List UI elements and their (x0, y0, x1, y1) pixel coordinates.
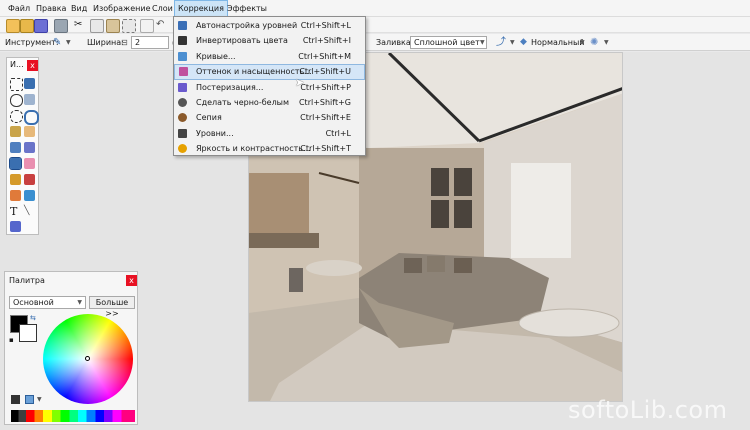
watermark: softoLib.com (568, 396, 728, 424)
menu-image[interactable]: Изображение (90, 0, 154, 17)
reset-colors-icon[interactable]: ▪ (9, 336, 14, 344)
brush-icon[interactable]: ✎ (53, 37, 65, 49)
chevron-down-icon[interactable]: ▼ (37, 396, 42, 403)
tool-options-bar: Инструмент: ✎ ▼ Ширина: ⊟ 2 ▭ | Заливка:… (0, 34, 750, 51)
palette-panel: Палитра x Основной ▼ Больше >> ⇆ ▪ ▼ (4, 271, 138, 425)
width-label: Ширина: (87, 38, 124, 47)
menu-item-auto-level[interactable]: Автонастройка уровней Ctrl+Shift+L (174, 18, 365, 33)
menu-edit[interactable]: Правка (33, 0, 69, 17)
menu-item-black-white[interactable]: Сделать черно-белым Ctrl+Shift+G (174, 95, 365, 110)
color-swatches-row[interactable] (11, 410, 135, 422)
adjustments-menu: Автонастройка уровней Ctrl+Shift+L Инвер… (173, 16, 366, 156)
menu-view[interactable]: Вид (68, 0, 90, 17)
rectangle-select-icon[interactable] (10, 78, 23, 91)
levels-icon (178, 128, 187, 138)
palette-open-icon[interactable] (25, 395, 34, 404)
lasso-icon[interactable] (10, 94, 23, 107)
invert-colors-icon (178, 36, 187, 46)
move-icon[interactable] (24, 94, 35, 105)
fill-label: Заливка: (376, 38, 414, 47)
fill-mode-select[interactable]: Сплошной цвет (410, 36, 487, 49)
paint-bucket-icon[interactable] (10, 142, 21, 153)
chevron-down-icon: ▼ (77, 299, 82, 306)
menu-bar: Файл Правка Вид Изображение Слои Коррекц… (0, 0, 750, 19)
width-step-icon: ⊟ (121, 38, 128, 47)
tools-panel-title: И... (10, 60, 24, 69)
menu-item-brightness-contrast[interactable]: Яркость и контрастность... Ctrl+Shift+T (174, 141, 365, 156)
menu-item-sepia[interactable]: Сепия Ctrl+Shift+E (174, 110, 365, 125)
auto-level-icon (178, 21, 187, 30)
menu-item-posterize[interactable]: Постеризация... Ctrl+Shift+P (174, 80, 365, 95)
menu-item-levels[interactable]: Уровни... Ctrl+L (174, 126, 365, 141)
instrument-label: Инструмент: (5, 38, 59, 47)
chevron-down-icon[interactable]: ▼ (66, 34, 71, 51)
close-icon[interactable]: x (27, 60, 38, 71)
zoom-icon[interactable] (24, 110, 39, 125)
menu-item-invert-colors[interactable]: Инвертировать цвета Ctrl+Shift+I (174, 33, 365, 48)
gradient-icon[interactable] (24, 142, 35, 153)
open-file-icon[interactable] (20, 19, 34, 33)
width-input[interactable]: 2 (131, 36, 169, 49)
ellipse-select-icon[interactable] (10, 110, 23, 123)
clone-stamp-icon[interactable] (24, 174, 35, 185)
curves-icon (178, 51, 187, 61)
crop-icon[interactable] (122, 19, 136, 33)
eraser-icon[interactable] (24, 158, 35, 169)
sampling-icon[interactable]: ✺ (590, 34, 598, 51)
move-selection-icon[interactable] (24, 78, 35, 89)
menu-item-hue-saturation[interactable]: Оттенок и насыщенность... Ctrl+Shift+U (174, 64, 365, 80)
deselect-icon[interactable] (140, 19, 154, 33)
blend-mode-select[interactable]: Нормальный (531, 34, 585, 51)
tools-panel: И... x T ╲ (6, 57, 39, 235)
palette-mode-select[interactable]: Основной ▼ (9, 296, 86, 309)
undo-icon[interactable]: ↶ (156, 19, 168, 31)
print-icon[interactable] (54, 19, 68, 33)
color-wheel-cursor[interactable] (85, 356, 90, 361)
black-white-icon (178, 98, 187, 107)
more-colors-button[interactable]: Больше >> (89, 296, 135, 318)
sepia-icon (178, 113, 187, 123)
swap-colors-icon[interactable]: ⇆ (30, 314, 36, 322)
mouse-cursor-icon: ➤ (295, 76, 305, 89)
brightness-contrast-icon (178, 144, 187, 154)
close-icon[interactable]: x (126, 275, 137, 286)
paintbrush-icon[interactable] (9, 157, 22, 170)
recolor-icon[interactable] (10, 190, 21, 201)
main-toolbar: ✂ ↶ ▾ (0, 17, 750, 33)
chevron-down-icon: ▼ (480, 39, 485, 46)
palette-menu-icon[interactable] (11, 395, 20, 404)
menu-item-curves[interactable]: Кривые... Ctrl+Shift+M (174, 49, 365, 64)
palette-mode-value: Основной (13, 298, 54, 307)
cut-icon[interactable]: ✂ (74, 19, 86, 31)
paste-icon[interactable] (106, 19, 120, 33)
menu-effects[interactable]: Эффекты (224, 0, 270, 17)
shapes-icon[interactable] (10, 221, 21, 232)
chevron-down-icon[interactable]: ▼ (510, 34, 515, 51)
hue-saturation-icon (179, 67, 188, 77)
pan-icon[interactable] (24, 126, 35, 137)
pencil-icon[interactable] (10, 174, 21, 185)
text-icon[interactable]: T (10, 206, 21, 217)
palette-title: Палитра (9, 276, 45, 285)
blend-mode-icon: ◆ (520, 37, 527, 47)
secondary-color-swatch[interactable] (19, 324, 37, 342)
new-file-icon[interactable] (6, 19, 20, 33)
copy-icon[interactable] (90, 19, 104, 33)
alpha-blend-icon[interactable]: ⤴ (496, 34, 506, 51)
menu-file[interactable]: Файл (5, 0, 33, 17)
color-picker-icon[interactable] (24, 190, 35, 201)
magic-wand-icon[interactable] (10, 126, 21, 137)
line-curve-icon[interactable]: ╲ (24, 206, 35, 217)
save-icon[interactable] (34, 19, 48, 33)
chevron-down-icon[interactable]: ▼ (580, 34, 585, 51)
posterize-icon (178, 82, 187, 92)
menu-layers[interactable]: Слои (149, 0, 176, 17)
chevron-down-icon[interactable]: ▼ (604, 34, 609, 51)
